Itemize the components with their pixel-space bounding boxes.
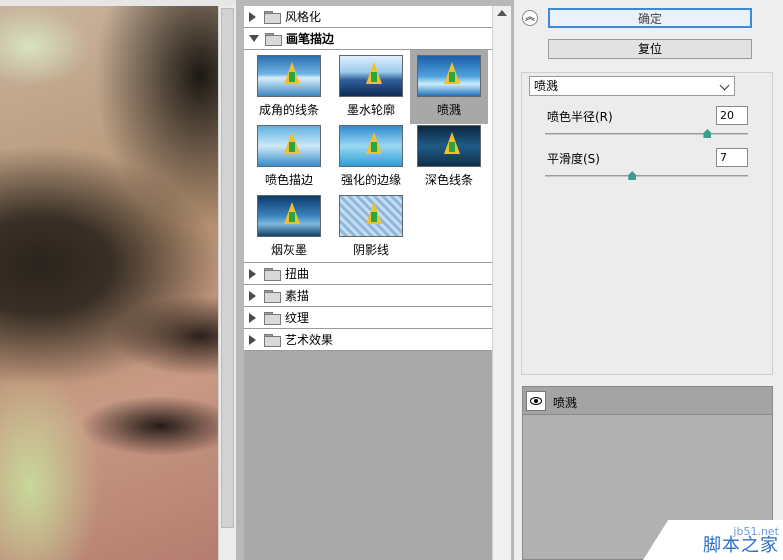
category-label: 扭曲 — [285, 267, 310, 281]
spray-radius-label: 喷色半径(R) — [547, 110, 613, 124]
filter-thumb-dark-strokes[interactable]: 深色线条 — [410, 122, 488, 192]
chevron-down-icon — [719, 80, 730, 91]
smoothness-slider[interactable] — [545, 175, 748, 177]
filter-preview-image — [257, 125, 321, 167]
category-label: 风格化 — [285, 10, 322, 24]
category-distort[interactable]: 扭曲 — [244, 263, 492, 285]
preview-scroll-thumb[interactable] — [221, 8, 234, 528]
folder-icon — [264, 333, 281, 347]
folder-open-icon — [265, 32, 282, 46]
filter-thumb-label: 喷色描边 — [264, 173, 313, 187]
smoothness-input[interactable]: 7 — [716, 148, 748, 167]
expand-arrow-icon[interactable] — [249, 268, 256, 279]
preview-panel — [0, 0, 236, 560]
watermark: jb51.net 脚本之家 — [643, 516, 783, 560]
filter-thumbnails: 成角的线条 墨水轮廓 喷溅 喷色描边 强化的边缘 深色线条 烟灰墨 阴影线 — [244, 50, 492, 263]
collapse-gallery-button[interactable]: ︽ — [522, 10, 538, 26]
filter-thumb-angled-strokes[interactable]: 成角的线条 — [250, 52, 328, 122]
gallery-scrollbar[interactable] — [492, 6, 511, 560]
filter-select[interactable]: 喷溅 — [529, 76, 735, 96]
folder-icon — [264, 267, 281, 281]
category-label: 画笔描边 — [286, 32, 335, 46]
filter-thumb-label: 墨水轮廓 — [346, 103, 395, 117]
category-label: 素描 — [285, 289, 310, 303]
filter-thumb-label: 强化的边缘 — [340, 173, 401, 187]
filter-preview-image — [417, 125, 481, 167]
preview-image[interactable] — [0, 6, 218, 560]
effect-layer-row[interactable]: 喷溅 — [523, 387, 772, 415]
scroll-up-icon[interactable] — [497, 10, 507, 16]
spray-radius-slider[interactable] — [545, 133, 748, 135]
filter-preview-image — [339, 125, 403, 167]
filter-thumb-crosshatch[interactable]: 阴影线 — [332, 192, 410, 262]
effect-layer-name: 喷溅 — [553, 396, 578, 410]
filter-thumb-sprayed-strokes[interactable]: 喷色描边 — [250, 122, 328, 192]
filter-thumb-label: 深色线条 — [424, 173, 473, 187]
filter-select-value: 喷溅 — [534, 79, 559, 93]
expand-arrow-icon[interactable] — [249, 312, 256, 323]
double-chevron-up-icon: ︽ — [525, 12, 535, 23]
expand-arrow-icon[interactable] — [249, 290, 256, 301]
filter-preview-image — [339, 55, 403, 97]
filter-thumb-accented-edges[interactable]: 强化的边缘 — [332, 122, 410, 192]
filter-gallery: 风格化 画笔描边 成角的线条 墨水轮廓 喷溅 喷色描边 强化的边缘 深色线条 烟… — [244, 6, 511, 560]
ok-button[interactable]: 确定 — [548, 8, 752, 28]
filter-preview-image — [257, 195, 321, 237]
category-label: 纹理 — [285, 311, 310, 325]
expand-arrow-icon[interactable] — [249, 334, 256, 345]
folder-icon — [264, 289, 281, 303]
category-label: 艺术效果 — [285, 333, 334, 347]
visibility-toggle[interactable] — [526, 391, 546, 411]
folder-icon — [264, 311, 281, 325]
filter-preview-image — [339, 195, 403, 237]
filter-thumb-ink-outlines[interactable]: 墨水轮廓 — [332, 52, 410, 122]
watermark-name: 脚本之家 — [703, 535, 779, 556]
category-artistic[interactable]: 艺术效果 — [244, 329, 492, 351]
eye-icon — [530, 397, 542, 405]
expand-arrow-icon[interactable] — [249, 11, 256, 22]
category-sketch[interactable]: 素描 — [244, 285, 492, 307]
category-stylize[interactable]: 风格化 — [244, 6, 492, 28]
reset-button[interactable]: 复位 — [548, 39, 752, 59]
preview-scrollbar[interactable] — [218, 6, 236, 560]
filter-thumb-spatter[interactable]: 喷溅 — [410, 50, 488, 124]
category-texture[interactable]: 纹理 — [244, 307, 492, 329]
filter-preview-image — [257, 55, 321, 97]
filter-thumb-label: 烟灰墨 — [270, 243, 307, 257]
filter-thumb-label: 阴影线 — [352, 243, 389, 257]
folder-icon — [264, 10, 281, 24]
filter-preview-image — [417, 55, 481, 97]
settings-panel: ︽ 确定 复位 喷溅 喷色半径(R) 20 平滑度(S) 7 喷溅 — [514, 0, 783, 560]
category-brush-strokes[interactable]: 画笔描边 — [244, 28, 492, 50]
filter-category-list: 风格化 画笔描边 成角的线条 墨水轮廓 喷溅 喷色描边 强化的边缘 深色线条 烟… — [244, 6, 492, 351]
spray-radius-input[interactable]: 20 — [716, 106, 748, 125]
filter-thumb-label: 成角的线条 — [258, 103, 319, 117]
filter-thumb-label: 喷溅 — [436, 103, 461, 117]
collapse-arrow-icon[interactable] — [249, 35, 259, 42]
filter-thumb-sumi-e[interactable]: 烟灰墨 — [250, 192, 328, 262]
smoothness-label: 平滑度(S) — [547, 152, 600, 166]
